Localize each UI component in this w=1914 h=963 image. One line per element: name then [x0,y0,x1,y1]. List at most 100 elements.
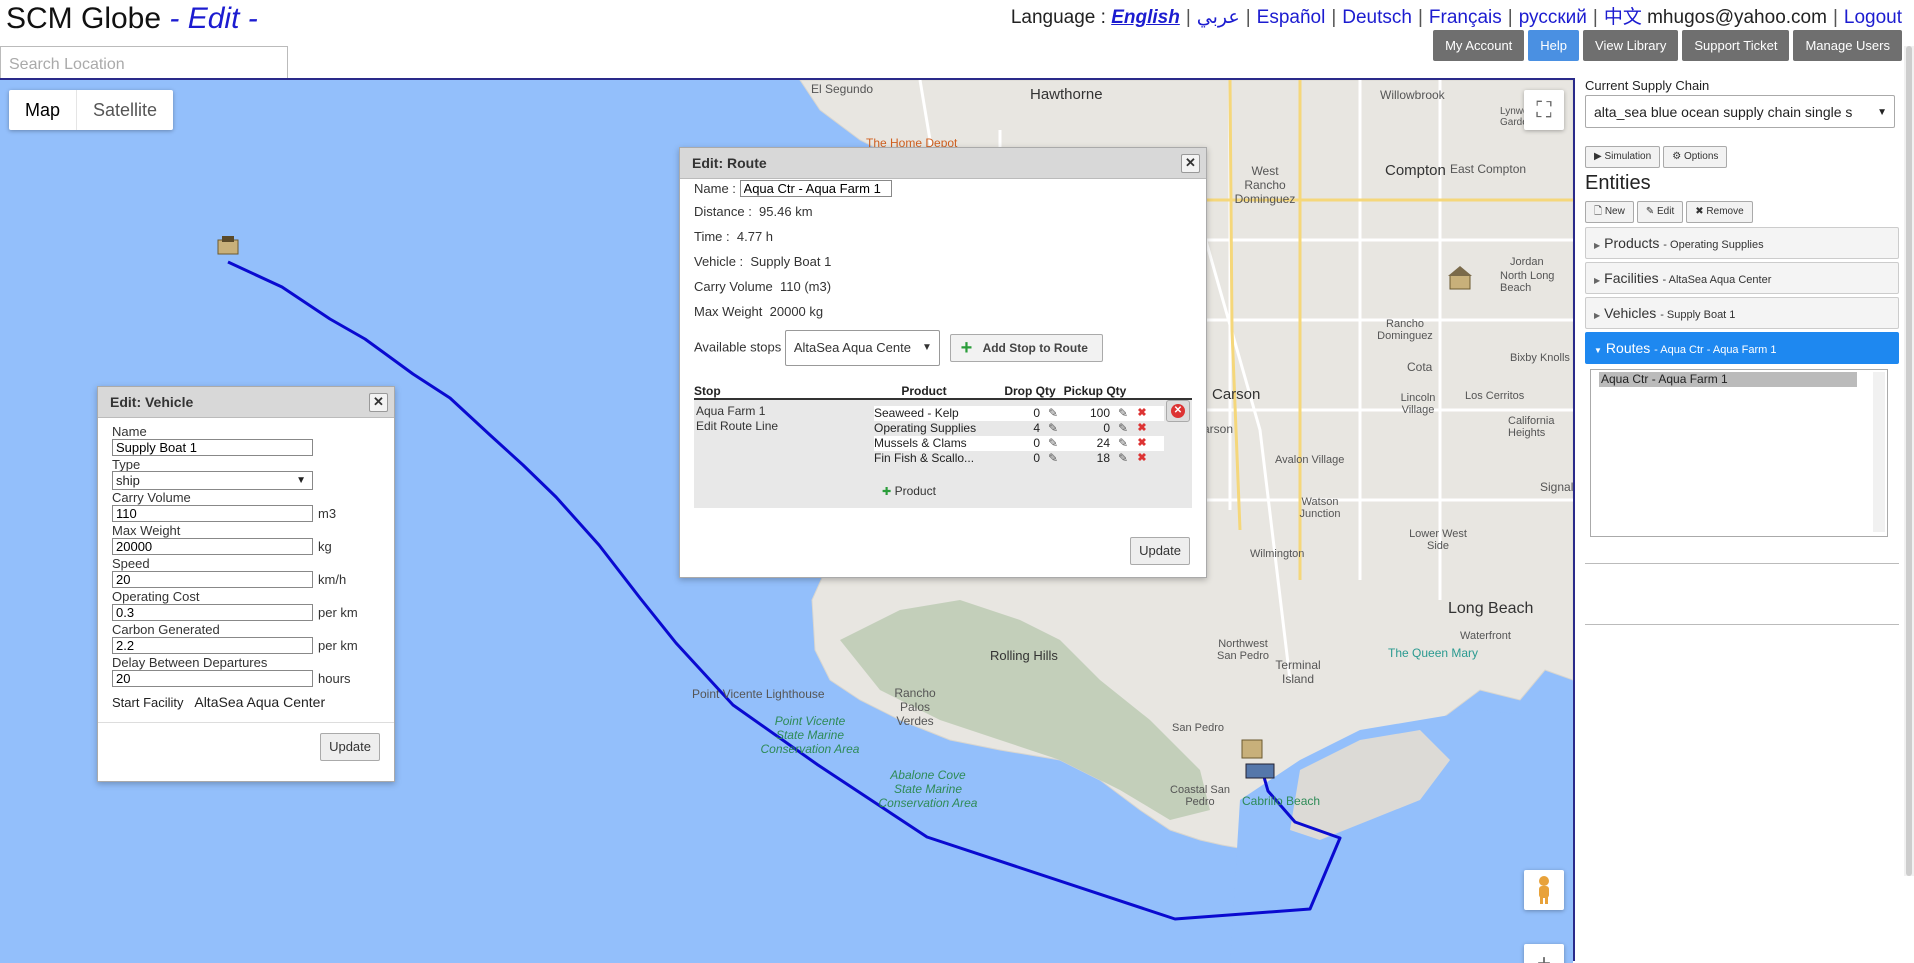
lang-spanish[interactable]: Español [1257,7,1326,28]
pencil-icon[interactable]: ✎ [1110,451,1136,466]
pencil-icon[interactable]: ✎ [1110,406,1136,421]
available-stops-select[interactable]: AltaSea Aqua Cente ▼ [784,330,940,366]
vehicle-name-input[interactable] [112,439,313,456]
table-row: Operating Supplies 4 ✎ 0 ✎ ✖ [874,421,1148,436]
manage-users-button[interactable]: Manage Users [1793,30,1902,61]
current-chain-label: Current Supply Chain [1585,78,1710,93]
my-account-button[interactable]: My Account [1433,30,1525,61]
field-label: Carbon Generated [112,622,220,637]
close-icon[interactable]: ✕ [369,393,388,412]
user-email: mhugos@yahoo.com [1647,7,1827,28]
unit-label: kg [318,539,332,554]
close-circle-icon: ✕ [1171,404,1185,418]
map-label: Lincoln Village [1400,392,1436,416]
unit-label: m3 [318,506,337,521]
fullscreen-icon[interactable]: ⛶ [1524,90,1564,130]
carbon-generated-input[interactable] [112,637,313,654]
top-nav: My Account Help View Library Support Tic… [1433,30,1902,61]
street-view-pegman-icon[interactable] [1524,870,1564,910]
pencil-icon[interactable]: ✎ [1040,406,1066,421]
satellite-tab[interactable]: Satellite [77,90,173,130]
map-label: arson [1203,422,1234,436]
route-name-input[interactable] [739,180,892,197]
remove-entity-button[interactable]: ✖ Remove [1686,201,1753,223]
weight-value: 20000 kg [769,304,824,319]
lang-russian[interactable]: русский [1519,7,1587,28]
map[interactable]: El Segundo Hawthorne The Home Depot Will… [0,78,1573,963]
scrollbar-thumb[interactable] [1906,46,1912,876]
operating-cost-input[interactable] [112,604,313,621]
start-facility-value: AltaSea Aqua Center [194,694,326,710]
help-button[interactable]: Help [1528,30,1580,61]
vehicle-type-select[interactable]: ship ▼ [112,471,313,490]
carry-volume-input[interactable] [112,505,313,522]
delete-icon[interactable]: ✖ [1136,436,1148,451]
delete-icon[interactable]: ✖ [1136,406,1148,421]
table-row: Mussels & Clams 0 ✎ 24 ✎ ✖ [874,436,1164,451]
caret-right-icon: ▶ [1594,311,1601,320]
page-scrollbar[interactable] [1904,46,1914,876]
divider [1585,563,1899,564]
accordion-routes[interactable]: ▼ Routes - Aqua Ctr - Aqua Farm 1 [1585,332,1899,364]
new-entity-button[interactable]: 🗋 New [1585,201,1634,223]
map-label: San Pedro [1172,722,1224,734]
pencil-icon[interactable]: ✎ [1040,436,1066,451]
accordion-products[interactable]: ▶ Products - Operating Supplies [1585,227,1899,259]
scrollbar[interactable] [1873,372,1885,532]
unit-label: hours [318,671,351,686]
list-item[interactable]: Aqua Ctr - Aqua Farm 1 [1599,372,1857,387]
options-button[interactable]: ⚙ Options [1663,146,1728,168]
lang-chinese[interactable]: 中文 [1604,7,1642,28]
divider [1585,624,1899,625]
accordion-vehicles[interactable]: ▶ Vehicles - Supply Boat 1 [1585,297,1899,329]
routes-listbox[interactable]: Aqua Ctr - Aqua Farm 1 [1590,369,1888,537]
field-label: Carry Volume [694,279,773,294]
lang-french[interactable]: Français [1429,7,1502,28]
lang-english[interactable]: English [1111,7,1180,28]
remove-stop-button[interactable]: ✕ [1166,400,1190,422]
vehicle-value: Supply Boat 1 [750,254,832,269]
delay-input[interactable] [112,670,313,687]
table-row: Fin Fish & Scallo... 0 ✎ 18 ✎ ✖ [874,451,1148,466]
lang-arabic[interactable]: عربي [1197,7,1240,28]
pencil-icon[interactable]: ✎ [1110,436,1136,451]
language-label: Language : [1010,7,1106,28]
unit-label: per km [318,638,358,653]
route-update-button[interactable]: Update [1130,537,1190,565]
speed-input[interactable] [112,571,313,588]
field-label: Max Weight [694,304,763,319]
support-ticket-button[interactable]: Support Ticket [1682,30,1790,61]
delete-icon[interactable]: ✖ [1136,421,1148,436]
accordion-facilities[interactable]: ▶ Facilities - AltaSea Aqua Center [1585,262,1899,294]
map-label: Rancho Dominguez [1377,318,1433,342]
field-label: Speed [112,556,150,571]
distance-value: 95.46 km [759,204,813,219]
delete-icon[interactable]: ✖ [1136,451,1148,466]
max-weight-input[interactable] [112,538,313,555]
pencil-icon[interactable]: ✎ [1110,421,1136,436]
pencil-icon[interactable]: ✎ [1040,421,1066,436]
pencil-icon[interactable]: ✎ [1040,451,1066,466]
vehicle-marker[interactable] [217,236,239,255]
map-label: Hawthorne [1030,86,1103,103]
map-label: Lower West Side [1409,528,1467,552]
edit-entity-button[interactable]: ✎ Edit [1636,201,1684,223]
supply-chain-select[interactable]: alta_sea blue ocean supply chain single … [1585,95,1895,128]
time-value: 4.77 h [736,229,774,244]
add-product-link[interactable]: ✚ Product [882,484,936,498]
zoom-in-button[interactable]: + [1524,944,1564,963]
simulation-button[interactable]: ▶ Simulation [1585,146,1661,168]
logout-link[interactable]: Logout [1844,7,1902,28]
caret-down-icon: ▼ [1594,346,1602,355]
col-header: Stop [694,384,721,398]
view-library-button[interactable]: View Library [1583,30,1679,61]
lang-german[interactable]: Deutsch [1342,7,1412,28]
close-icon[interactable]: ✕ [1181,154,1200,173]
field-label: Name : [694,181,736,196]
map-label: Wilmington [1250,548,1305,560]
map-tab[interactable]: Map [9,90,78,130]
vehicle-update-button[interactable]: Update [320,733,380,761]
edit-route-line-link[interactable]: Edit Route Line [696,419,778,434]
add-stop-button[interactable]: + Add Stop to Route [949,334,1103,362]
right-panel: Current Supply Chain alta_sea blue ocean… [1573,78,1914,961]
